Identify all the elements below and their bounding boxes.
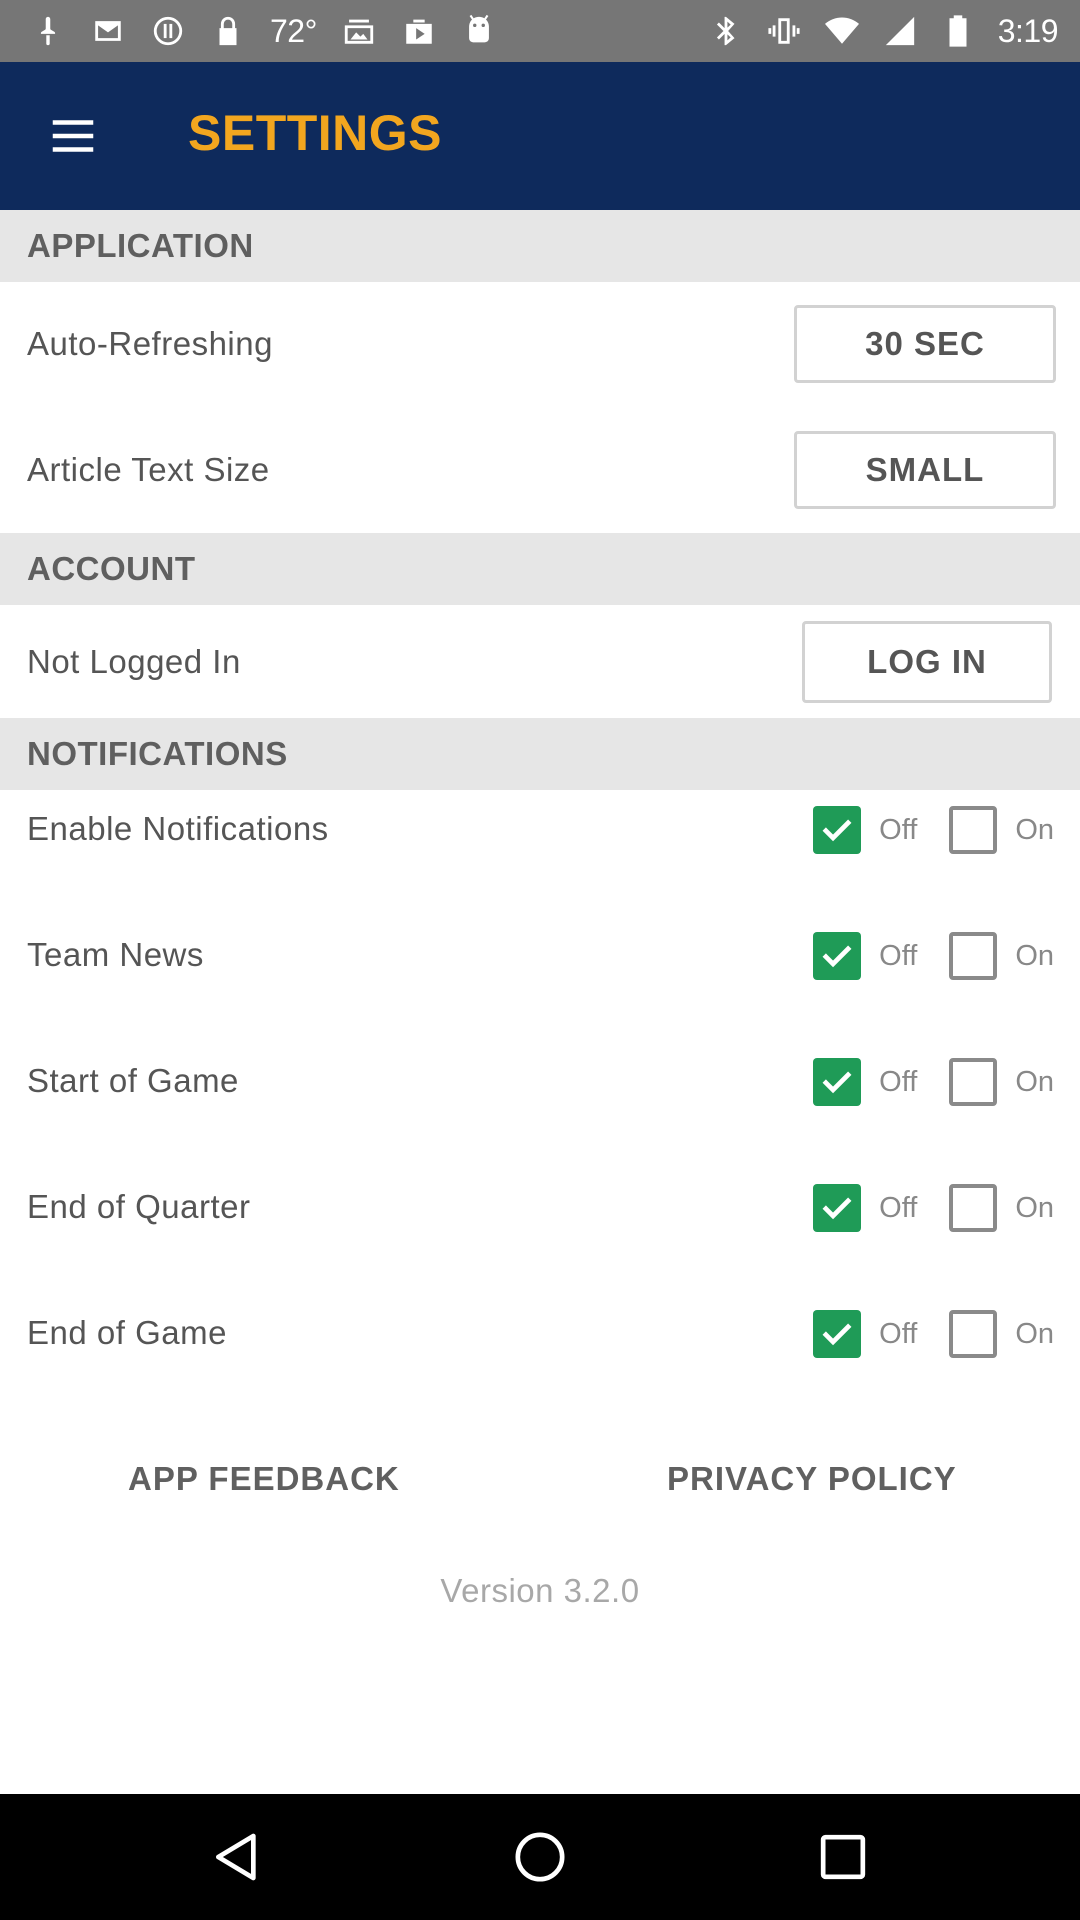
on-label: On xyxy=(1015,813,1054,846)
on-label: On xyxy=(1015,939,1054,972)
auto-refresh-label: Auto-Refreshing xyxy=(27,325,273,362)
vibrate-icon xyxy=(766,13,802,49)
photos-icon xyxy=(341,13,377,49)
lock-icon xyxy=(210,13,246,49)
battery-icon xyxy=(940,13,976,49)
notification-toggle-group: Off On xyxy=(813,1184,1054,1232)
notification-toggle-group: Off On xyxy=(813,806,1054,854)
back-icon[interactable] xyxy=(204,1824,270,1890)
notification-icon xyxy=(30,13,66,49)
notification-toggle-group: Off On xyxy=(813,1058,1054,1106)
bluetooth-icon xyxy=(708,13,744,49)
privacy-policy-link[interactable]: PRIVACY POLICY xyxy=(667,1460,957,1498)
temperature-text: 72° xyxy=(270,12,317,49)
checkmark-icon xyxy=(822,1071,852,1094)
on-checkbox[interactable] xyxy=(949,1058,998,1106)
notification-toggle-group: Off On xyxy=(813,932,1054,980)
clock-text: 3:19 xyxy=(997,12,1059,49)
notification-row-label: End of Game xyxy=(27,1314,227,1351)
on-checkbox[interactable] xyxy=(949,1184,998,1232)
hamburger-menu-icon[interactable] xyxy=(40,106,106,166)
off-label: Off xyxy=(879,939,918,972)
page-title: SETTINGS xyxy=(188,105,443,161)
checkmark-icon xyxy=(822,945,852,968)
signal-icon xyxy=(882,13,918,49)
app-feedback-link[interactable]: APP FEEDBACK xyxy=(128,1460,400,1498)
alert-icon xyxy=(150,13,186,49)
navigation-bar xyxy=(0,1794,1080,1920)
log-in-button[interactable]: LOG IN xyxy=(802,621,1052,703)
notification-row-label: Start of Game xyxy=(27,1062,239,1099)
home-icon[interactable] xyxy=(507,1824,573,1890)
auto-refresh-button[interactable]: 30 SEC xyxy=(794,305,1056,383)
off-label: Off xyxy=(879,1065,918,1098)
notification-row-label: Team News xyxy=(27,936,204,973)
text-size-label: Article Text Size xyxy=(27,451,270,488)
off-label: Off xyxy=(879,1191,918,1224)
notification-toggle-group: Off On xyxy=(813,1310,1054,1358)
checkmark-icon xyxy=(822,1323,852,1346)
checkmark-icon xyxy=(822,819,852,842)
off-checkbox[interactable] xyxy=(813,1184,862,1232)
on-checkbox[interactable] xyxy=(949,932,998,980)
on-checkbox[interactable] xyxy=(949,1310,998,1358)
section-header-application: APPLICATION xyxy=(0,210,1080,282)
on-label: On xyxy=(1015,1065,1054,1098)
section-header-account: ACCOUNT xyxy=(0,533,1080,605)
login-status-label: Not Logged In xyxy=(27,643,241,680)
mail-icon xyxy=(90,13,126,49)
off-checkbox[interactable] xyxy=(813,806,862,854)
wifi-icon xyxy=(824,13,860,49)
off-label: Off xyxy=(879,813,918,846)
on-label: On xyxy=(1015,1191,1054,1224)
section-header-notifications: NOTIFICATIONS xyxy=(0,718,1080,790)
off-checkbox[interactable] xyxy=(813,1310,862,1358)
off-checkbox[interactable] xyxy=(813,1058,862,1106)
play-store-icon xyxy=(401,13,437,49)
off-checkbox[interactable] xyxy=(813,932,862,980)
app-bar: SETTINGS xyxy=(0,62,1080,210)
checkmark-icon xyxy=(822,1197,852,1220)
on-label: On xyxy=(1015,1317,1054,1350)
notification-row-label: End of Quarter xyxy=(27,1188,251,1225)
status-left: 72° xyxy=(30,10,497,52)
off-label: Off xyxy=(879,1317,918,1350)
recents-icon[interactable] xyxy=(810,1824,876,1890)
notification-row-label: Enable Notifications xyxy=(27,810,329,847)
on-checkbox[interactable] xyxy=(949,806,998,854)
text-size-button[interactable]: SMALL xyxy=(794,431,1056,509)
status-bar: 72° 3:19 xyxy=(0,0,1080,62)
status-right: 3:19 xyxy=(708,10,1059,52)
android-icon xyxy=(461,13,497,49)
version-text: Version 3.2.0 xyxy=(440,1572,640,1609)
